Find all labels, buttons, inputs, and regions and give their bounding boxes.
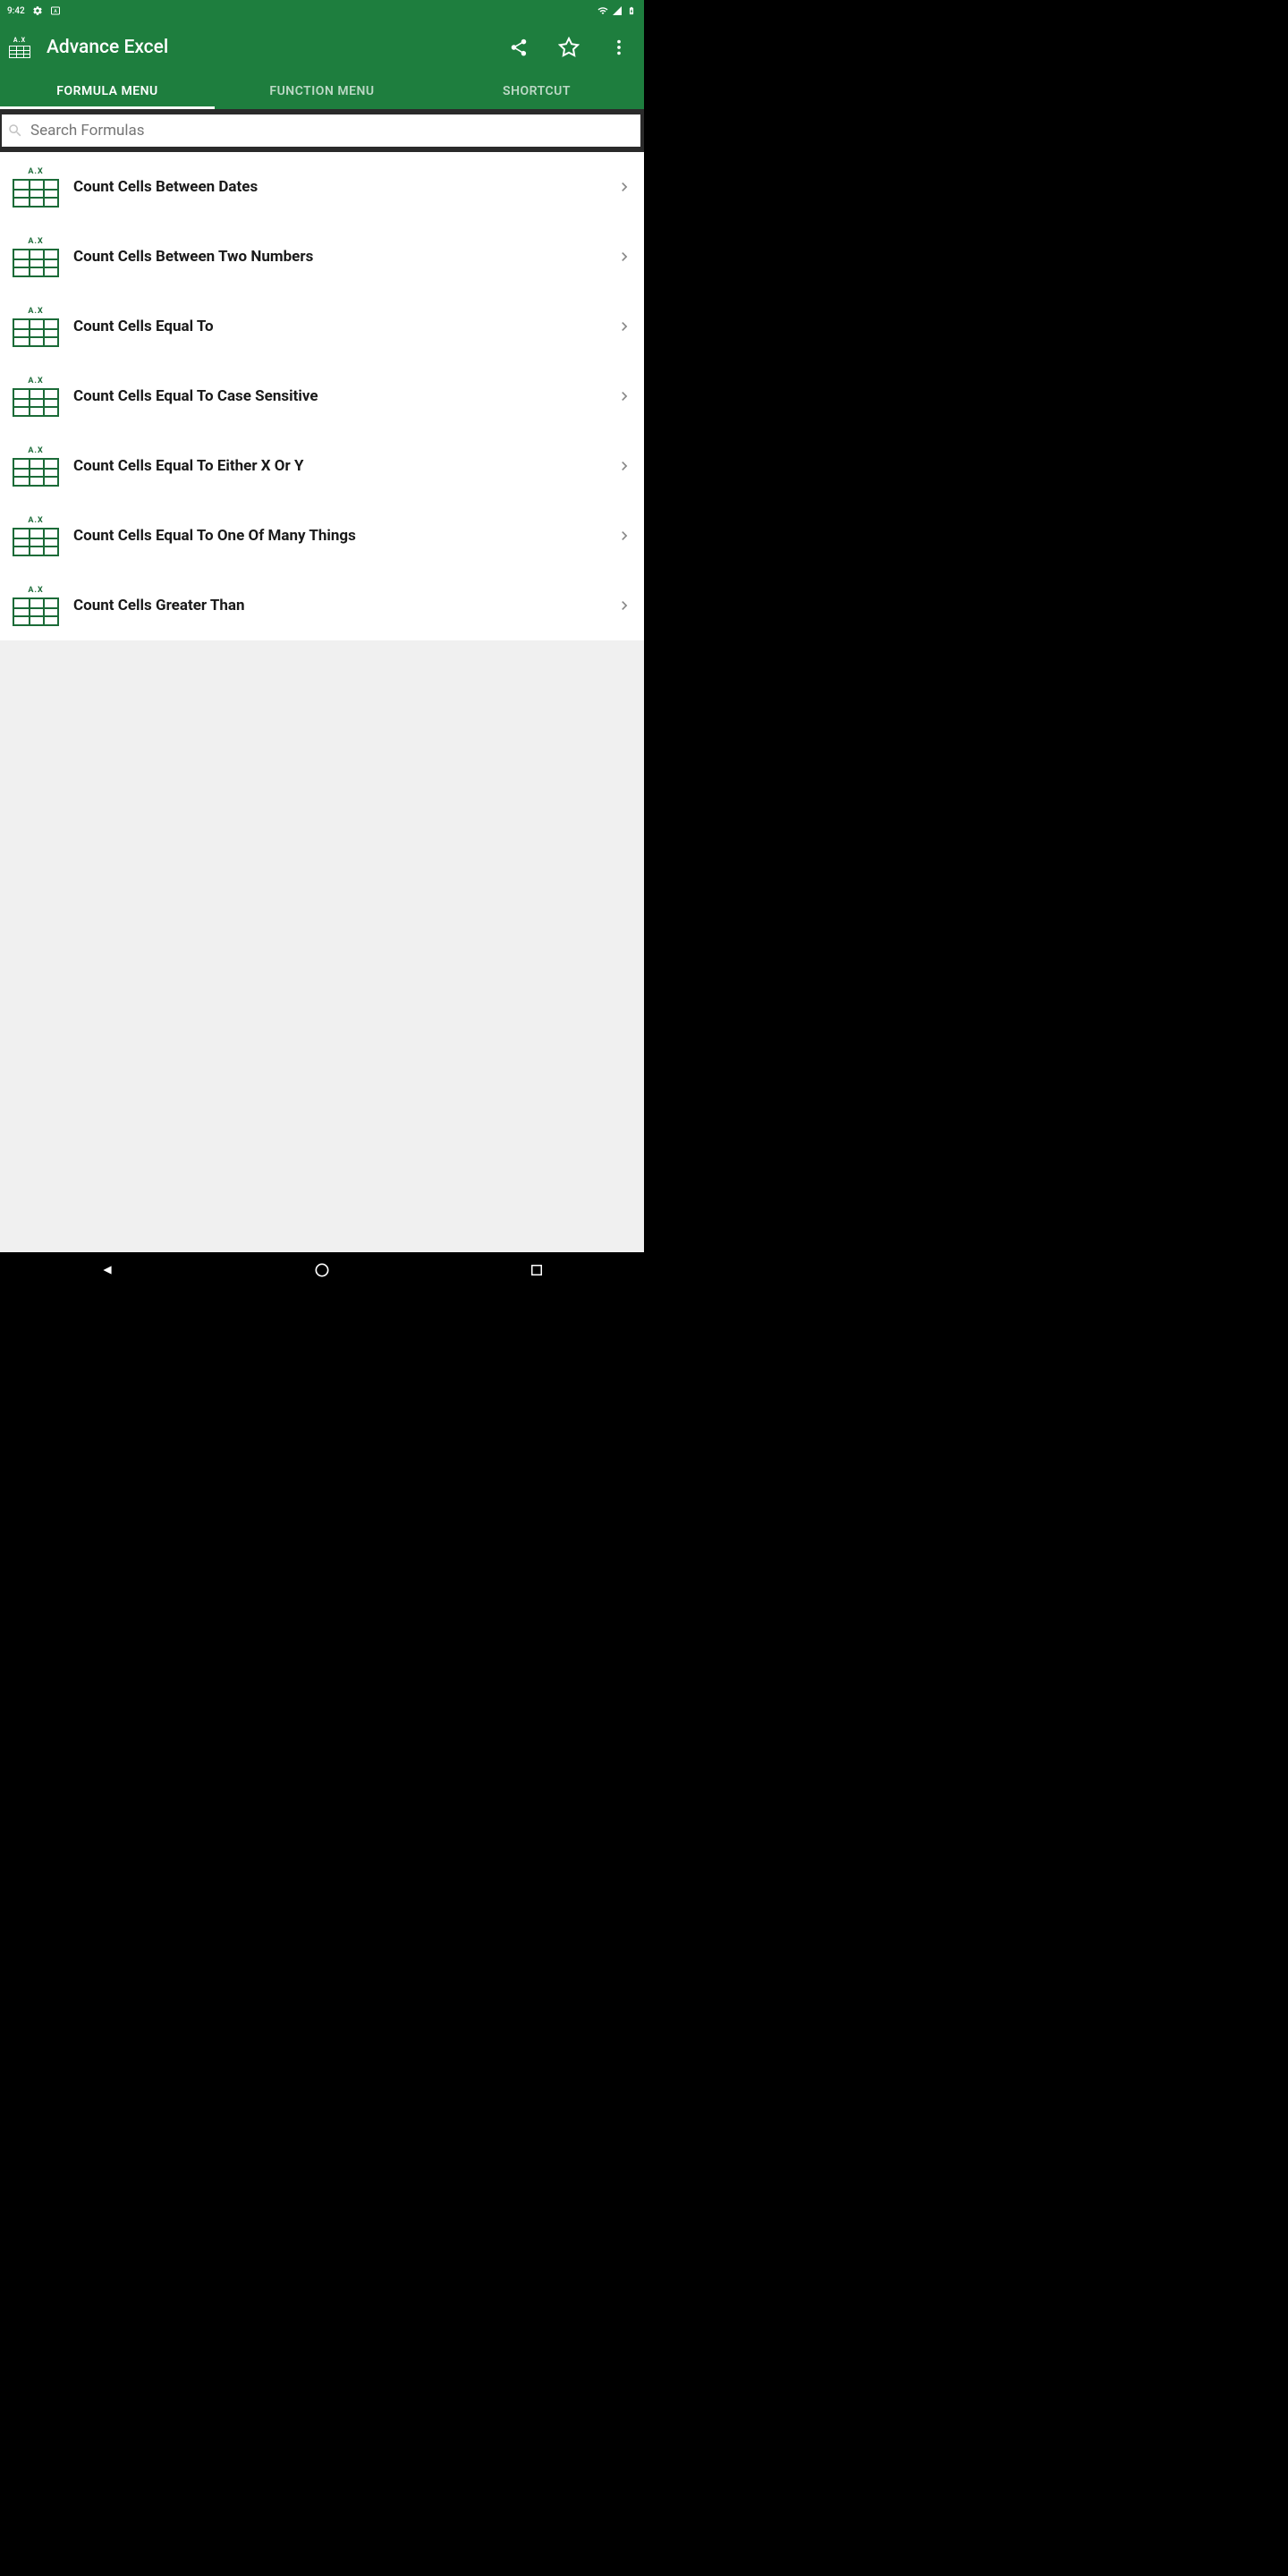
recent-button[interactable] (510, 1257, 564, 1284)
settings-status-icon (32, 5, 43, 16)
chevron-right-icon (615, 387, 633, 405)
list-item[interactable]: A.X Count Cells Equal To One Of Many Thi… (0, 501, 644, 571)
tab-formula-menu[interactable]: FORMULA MENU (0, 73, 215, 109)
app-title: Advance Excel (47, 37, 487, 58)
more-button[interactable] (601, 30, 637, 65)
search-input[interactable] (30, 122, 635, 140)
chevron-right-icon (615, 527, 633, 545)
share-button[interactable] (501, 30, 537, 65)
list-item[interactable]: A.X Count Cells Between Dates (0, 152, 644, 222)
favorite-button[interactable] (551, 30, 587, 65)
formula-title: Count Cells Equal To Case Sensitive (73, 387, 603, 405)
keyboard-status-icon: A (50, 5, 61, 16)
formula-icon: A.X (11, 511, 61, 561)
formula-icon: A.X (11, 232, 61, 282)
chevron-right-icon (615, 597, 633, 614)
formula-icon: A.X (11, 441, 61, 491)
formula-title: Count Cells Greater Than (73, 597, 603, 614)
wifi-icon (597, 5, 608, 16)
app-logo-icon: A.X (7, 35, 32, 60)
chevron-right-icon (615, 318, 633, 335)
status-time: 9:42 (7, 6, 25, 16)
formula-title: Count Cells Equal To Either X Or Y (73, 457, 603, 475)
tab-label: FORMULA MENU (56, 84, 157, 98)
tab-label: SHORTCUT (503, 84, 571, 98)
chevron-right-icon (615, 178, 633, 196)
search-container (0, 109, 644, 152)
signal-icon (612, 5, 623, 16)
formula-title: Count Cells Between Two Numbers (73, 248, 603, 266)
formula-list[interactable]: A.X Count Cells Between Dates A.X Count … (0, 152, 644, 1252)
home-button[interactable] (295, 1257, 349, 1284)
formula-icon: A.X (11, 301, 61, 352)
formula-title: Count Cells Equal To One Of Many Things (73, 527, 603, 545)
list-item[interactable]: A.X Count Cells Equal To Either X Or Y (0, 431, 644, 501)
battery-icon (626, 5, 637, 16)
tabs: FORMULA MENU FUNCTION MENU SHORTCUT (0, 73, 644, 109)
formula-title: Count Cells Between Dates (73, 178, 603, 196)
formula-icon: A.X (11, 162, 61, 212)
back-button[interactable] (80, 1257, 134, 1284)
chevron-right-icon (615, 248, 633, 266)
navigation-bar (0, 1252, 644, 1288)
list-item[interactable]: A.X Count Cells Greater Than (0, 571, 644, 640)
search-icon (7, 123, 23, 139)
formula-title: Count Cells Equal To (73, 318, 603, 335)
tab-function-menu[interactable]: FUNCTION MENU (215, 73, 429, 109)
chevron-right-icon (615, 457, 633, 475)
list-item[interactable]: A.X Count Cells Between Two Numbers (0, 222, 644, 292)
formula-icon: A.X (11, 371, 61, 421)
list-item[interactable]: A.X Count Cells Equal To (0, 292, 644, 361)
tab-shortcut[interactable]: SHORTCUT (429, 73, 644, 109)
search-box[interactable] (2, 114, 640, 147)
app-bar: A.X Advance Excel (0, 21, 644, 73)
formula-icon: A.X (11, 580, 61, 631)
svg-text:A: A (54, 9, 57, 14)
tab-label: FUNCTION MENU (269, 84, 374, 98)
list-item[interactable]: A.X Count Cells Equal To Case Sensitive (0, 361, 644, 431)
status-bar: 9:42 A (0, 0, 644, 21)
